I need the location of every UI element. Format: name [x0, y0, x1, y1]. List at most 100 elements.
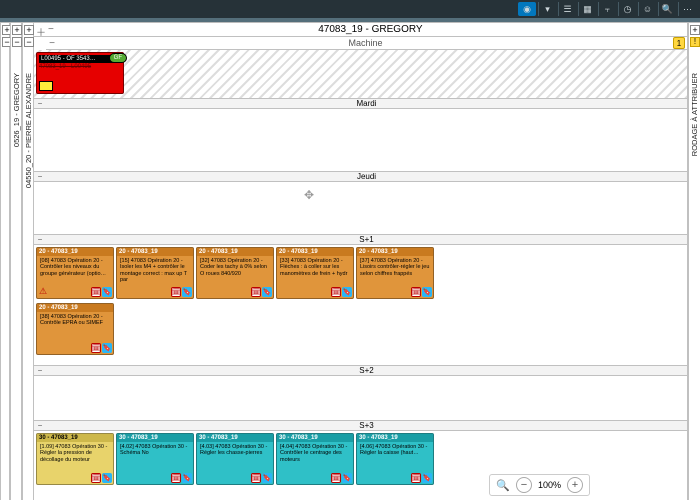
task-card-body: [1.09] 47083 Opération 30 - Régler la pr… — [37, 442, 113, 465]
calendar-icon[interactable]: 🗓 — [251, 473, 261, 483]
calendar-icon[interactable]: 🗓 — [251, 287, 261, 297]
task-card[interactable]: 20 - 47083_19[33] 47083 Opération 20 - F… — [276, 247, 354, 299]
collapse-icon[interactable]: − — [12, 37, 22, 47]
sidebar-lane-1[interactable]: + − 04550_20 - PIERRE ALEXANDRE — [22, 23, 34, 500]
task-card[interactable]: 30 - 47083_19[4.02] 47083 Opération 30 -… — [116, 433, 194, 485]
tag-icon[interactable]: 🔖 — [342, 473, 352, 483]
calendar-icon[interactable]: 🗓 — [91, 287, 101, 297]
band-collapse-icon[interactable]: − — [34, 421, 46, 430]
band-header-Jeudi[interactable]: −Jeudi — [34, 171, 687, 182]
band-header-S+2[interactable]: −S+2 — [34, 365, 687, 376]
top-toolbar: ◉ ▾ ☰ ▦ ⫟ ◷ ☺ 🔍 ⋯ — [0, 0, 700, 18]
calendar-icon[interactable]: 🗓 — [91, 473, 101, 483]
band-body-S+1[interactable]: 20 - 47083_19[08] 47083 Opération 20 - C… — [34, 245, 687, 365]
tag-icon[interactable]: 🔖 — [182, 473, 192, 483]
band-header-Mardi[interactable]: −Mardi — [34, 98, 687, 109]
main-lane: ＋ − 47083_19 - GREGORY − Machine 1 L0049… — [34, 23, 688, 500]
band-header-label: Jeudi — [46, 172, 687, 181]
tag-icon[interactable]: 🔖 — [102, 473, 112, 483]
sidebar-lane-0-label: 0526_19 - GREGORY — [12, 73, 21, 147]
red-of-card[interactable]: L00495 - OF 3543… GF 47083_19 - L00495 — [36, 52, 124, 94]
tag-icon[interactable]: 🔖 — [422, 287, 432, 297]
task-card-body: [15] 47083 Opération 20 - Isoler les M4 … — [117, 256, 193, 285]
calendar-icon[interactable]: 🗓 — [91, 343, 101, 353]
lane-minus-icon[interactable]: − — [48, 24, 54, 35]
lane-plus-icon[interactable]: ＋ — [36, 24, 46, 39]
task-card-header: 20 - 47083_19 — [37, 248, 113, 256]
expand-icon[interactable]: + — [690, 25, 700, 35]
left-spacer-col: + − — [0, 23, 10, 500]
band-header-S+3[interactable]: −S+3 — [34, 420, 687, 431]
toolbar-menu-icon[interactable]: ⋯ — [678, 2, 696, 16]
task-card-header: 30 - 47083_19 — [117, 434, 193, 442]
toolbar-filter-icon[interactable]: ▾ — [538, 2, 556, 16]
zoom-label: 100% — [538, 480, 561, 490]
tag-icon[interactable]: 🔖 — [422, 473, 432, 483]
zoom-control: 🔍 − 100% + — [489, 474, 590, 496]
band-body-S+2[interactable] — [34, 376, 687, 420]
task-card-header: 20 - 47083_19 — [357, 248, 433, 256]
calendar-icon[interactable]: 🗓 — [171, 473, 181, 483]
planner-frame: + − + − 0526_19 - GREGORY + − 04550_20 -… — [0, 22, 700, 500]
tag-icon[interactable]: 🔖 — [102, 343, 112, 353]
task-card[interactable]: 20 - 47083_19[15] 47083 Opération 20 - I… — [116, 247, 194, 299]
task-card-body: [33] 47083 Opération 20 - Flèches : à co… — [277, 256, 353, 279]
calendar-icon[interactable]: 🗓 — [331, 287, 341, 297]
band-header-S+1[interactable]: −S+1 — [34, 234, 687, 245]
task-card[interactable]: 20 - 47083_19[37] 47083 Opération 20 - L… — [356, 247, 434, 299]
toolbar-user-icon[interactable]: ☺ — [638, 2, 656, 16]
sidebar-lane-right[interactable]: + ! RODAGE À ATTRIBUER — [688, 23, 700, 500]
task-card[interactable]: 30 - 47083_19[1.09] 47083 Opération 30 -… — [36, 433, 114, 485]
band-collapse-icon[interactable]: − — [34, 99, 46, 108]
expand-icon[interactable]: + — [24, 25, 34, 35]
toolbar-search-icon[interactable]: 🔍 — [658, 2, 676, 16]
toolbar-chart-icon[interactable]: ⫟ — [598, 2, 616, 16]
machine-subheader-label: Machine — [58, 38, 673, 48]
task-card[interactable]: 20 - 47083_19[38] 47083 Opération 20 - C… — [36, 303, 114, 355]
machine-badge[interactable]: 1 — [673, 37, 685, 49]
tag-icon[interactable]: 🔖 — [262, 473, 272, 483]
task-card[interactable]: 20 - 47083_19[08] 47083 Opération 20 - C… — [36, 247, 114, 299]
expand-icon[interactable]: + — [12, 25, 22, 35]
sidebar-lane-0[interactable]: + − 0526_19 - GREGORY — [10, 23, 22, 500]
gf-badge: GF — [109, 53, 127, 63]
task-card-body: [38] 47083 Opération 20 - Contrôle EPRA … — [37, 312, 113, 329]
collapse-icon[interactable]: − — [24, 37, 34, 47]
machine-collapse-icon[interactable]: − — [46, 38, 58, 49]
toolbar-eye-icon[interactable]: ◉ — [518, 2, 536, 16]
task-card[interactable]: 20 - 47083_19[32] 47083 Opération 20 - C… — [196, 247, 274, 299]
tag-icon[interactable]: 🔖 — [102, 287, 112, 297]
alert-badge-icon[interactable]: ! — [690, 37, 700, 47]
calendar-icon[interactable]: 🗓 — [411, 473, 421, 483]
task-card[interactable]: 30 - 47083_19[4.06] 47083 Opération 30 -… — [356, 433, 434, 485]
toolbar-clock-icon[interactable]: ◷ — [618, 2, 636, 16]
zoom-in-button[interactable]: + — [567, 477, 583, 493]
band-header-label: Mardi — [46, 99, 687, 108]
calendar-icon[interactable]: 🗓 — [331, 473, 341, 483]
zoom-search-icon[interactable]: 🔍 — [496, 479, 510, 492]
band-collapse-icon[interactable]: − — [34, 235, 46, 244]
machine-subheader: − Machine 1 — [46, 37, 687, 50]
toolbar-calendar-icon[interactable]: ▦ — [578, 2, 596, 16]
warning-icon: ⚠ — [39, 286, 47, 297]
machine-band[interactable]: L00495 - OF 3543… GF 47083_19 - L00495 — [34, 50, 687, 98]
calendar-icon[interactable]: 🗓 — [411, 287, 421, 297]
task-card-header: 30 - 47083_19 — [357, 434, 433, 442]
move-cursor-icon: ✥ — [304, 188, 314, 202]
band-collapse-icon[interactable]: − — [34, 366, 46, 375]
task-card-header: 30 - 47083_19 — [277, 434, 353, 442]
band-body-Mardi[interactable] — [34, 109, 687, 171]
task-card-header: 30 - 47083_19 — [37, 434, 113, 442]
task-card[interactable]: 30 - 47083_19[4.03] 47083 Opération 30 -… — [196, 433, 274, 485]
tag-icon[interactable]: 🔖 — [182, 287, 192, 297]
tag-icon[interactable]: 🔖 — [342, 287, 352, 297]
task-card[interactable]: 30 - 47083_19[4.04] 47083 Opération 30 -… — [276, 433, 354, 485]
tag-icon[interactable]: 🔖 — [262, 287, 272, 297]
band-body-Jeudi[interactable] — [34, 182, 687, 234]
toolbar-gantt-icon[interactable]: ☰ — [558, 2, 576, 16]
band-collapse-icon[interactable]: − — [34, 172, 46, 181]
task-card-header: 20 - 47083_19 — [277, 248, 353, 256]
sidebar-lane-1-label: 04550_20 - PIERRE ALEXANDRE — [24, 73, 33, 188]
zoom-out-button[interactable]: − — [516, 477, 532, 493]
calendar-icon[interactable]: 🗓 — [171, 287, 181, 297]
